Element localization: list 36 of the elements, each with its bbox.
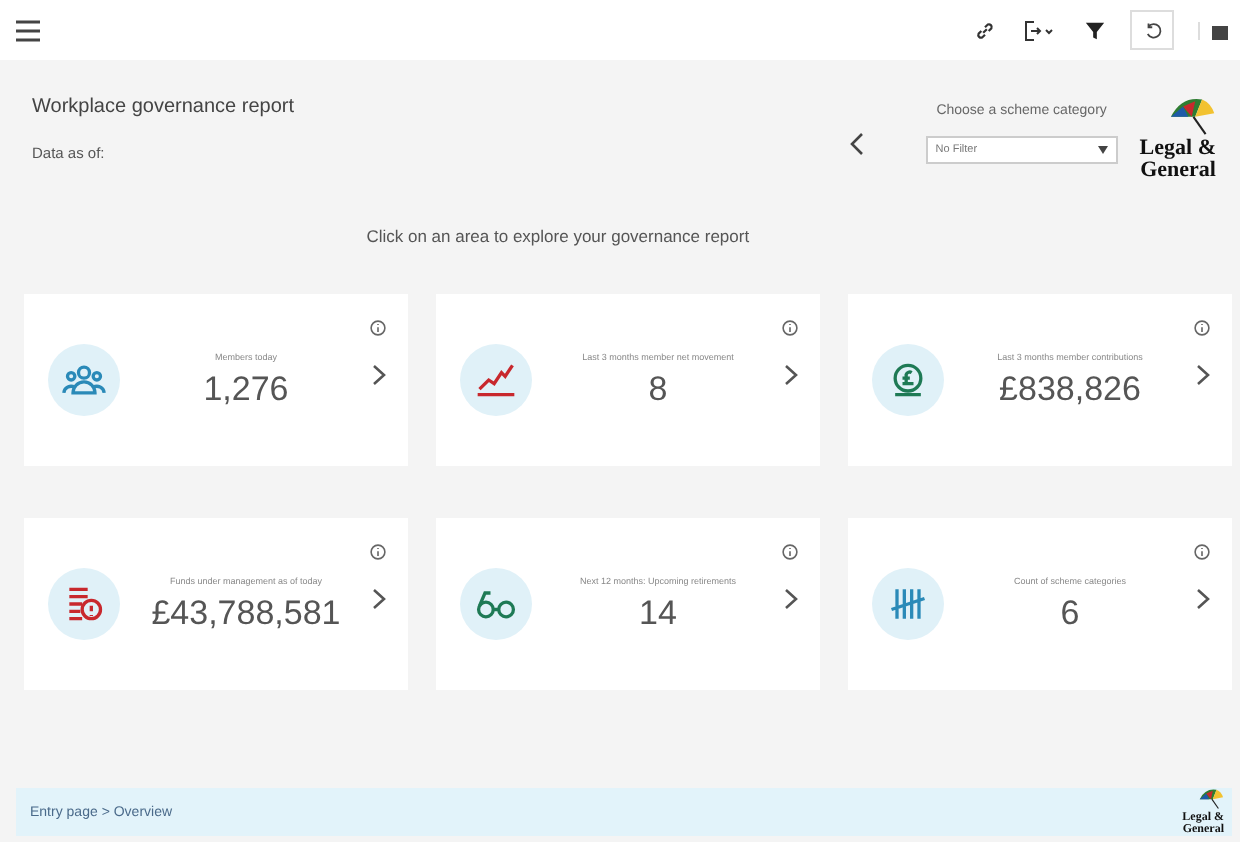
logo-text: Legal & [1139, 137, 1216, 160]
chevron-right-icon[interactable] [371, 588, 385, 610]
info-icon[interactable] [370, 544, 386, 560]
chevron-left-icon [847, 132, 864, 156]
info-icon[interactable] [782, 320, 798, 336]
info-icon[interactable] [782, 544, 798, 560]
filter-icon [1084, 19, 1106, 41]
umbrella-icon [1196, 788, 1224, 812]
metric-value: £43,788,581 [151, 593, 341, 633]
metric-value: 6 [1060, 593, 1080, 633]
export-icon [1024, 19, 1056, 41]
filter-button[interactable] [1084, 19, 1106, 41]
info-icon[interactable] [370, 320, 386, 336]
refresh-button[interactable] [1130, 10, 1174, 50]
link-icon [974, 19, 996, 41]
chevron-right-icon[interactable] [1195, 364, 1209, 386]
metric-value: 14 [639, 593, 677, 633]
report-title: Workplace governance report [32, 96, 296, 118]
chevron-right-icon[interactable] [371, 364, 385, 386]
metric-value: £838,826 [999, 369, 1141, 409]
refresh-icon [1143, 21, 1161, 39]
chevron-right-icon[interactable] [783, 364, 797, 386]
link-button[interactable] [974, 19, 996, 41]
chevron-right-icon[interactable] [783, 588, 797, 610]
back-button[interactable] [847, 132, 864, 160]
logo-text: General [1140, 159, 1216, 182]
info-icon[interactable] [1194, 544, 1210, 560]
instruction-text: Click on an area to explore your governance report [364, 226, 752, 246]
export-button[interactable] [1024, 19, 1056, 41]
info-icon[interactable] [1194, 320, 1210, 336]
metric-value: 1,276 [203, 369, 289, 409]
chevron-right-icon[interactable] [1195, 588, 1209, 610]
menu-button[interactable] [16, 19, 40, 41]
menu-icon [16, 19, 40, 41]
caret-icon [1097, 146, 1108, 154]
metric-value: 8 [648, 369, 668, 409]
